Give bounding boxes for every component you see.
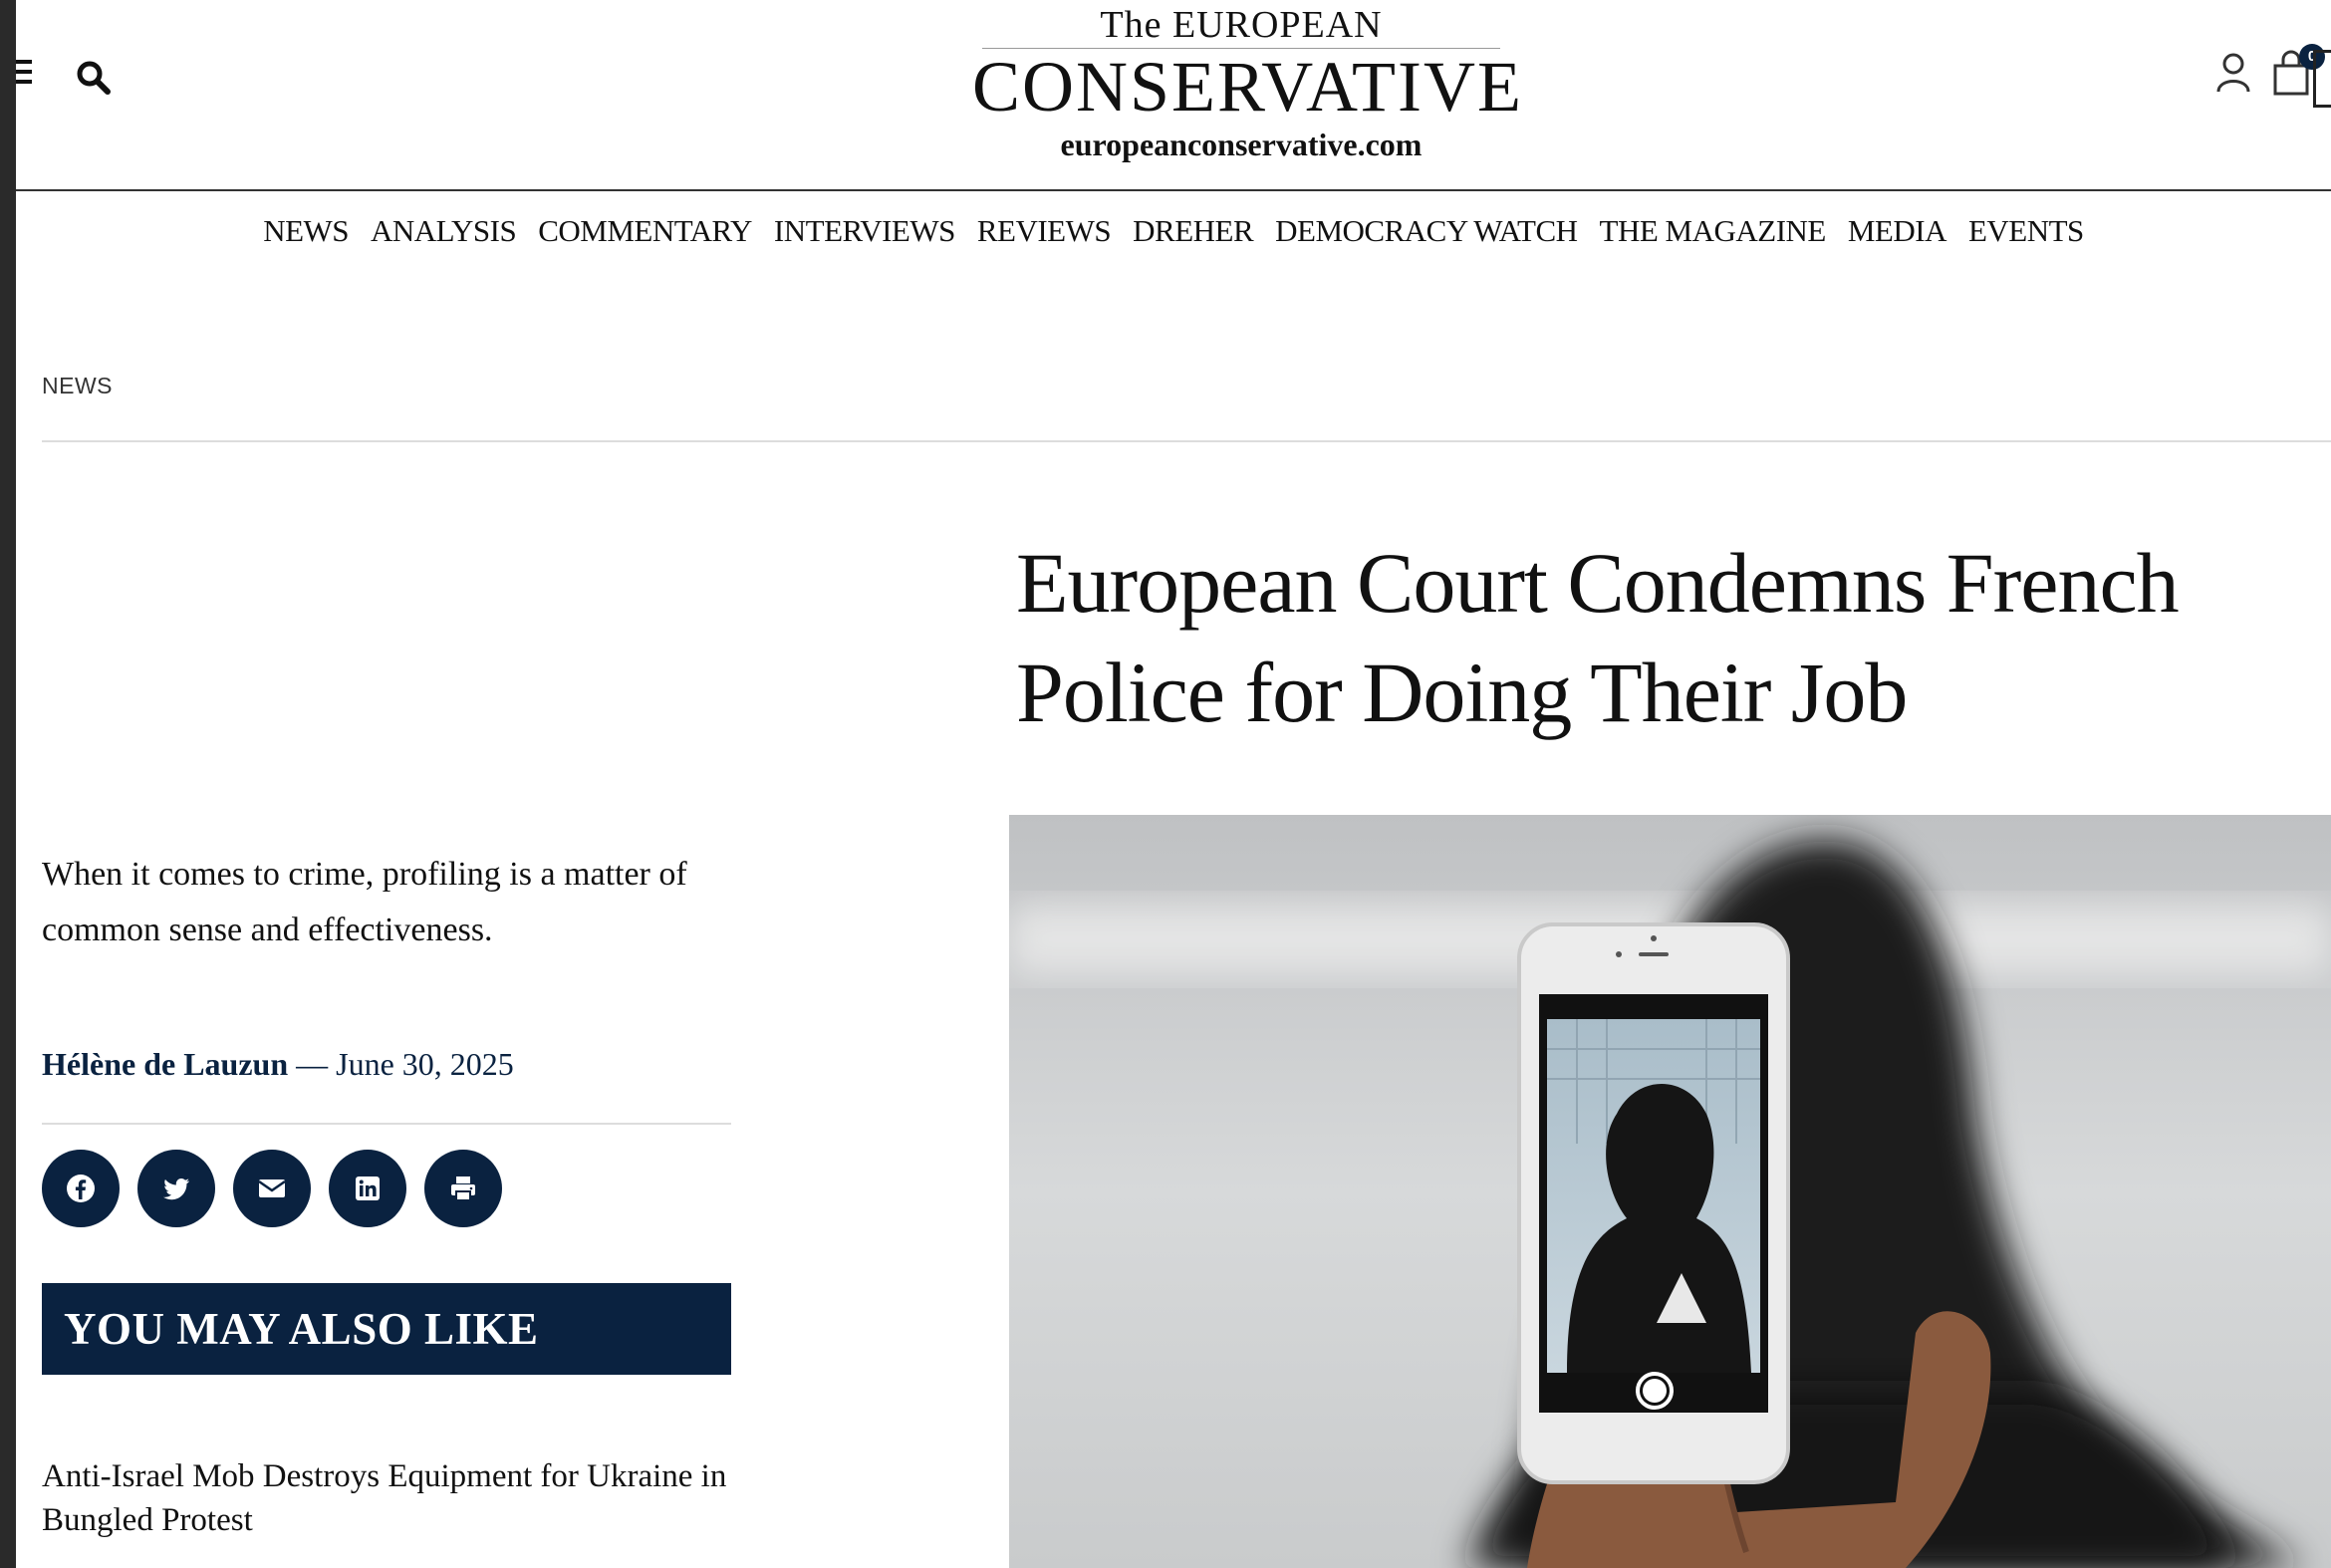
byline-divider (42, 1123, 731, 1125)
site-logo[interactable]: The EUROPEAN CONSERVATIVE europeanconser… (972, 0, 1523, 162)
share-email-button[interactable] (233, 1150, 311, 1227)
nav-item-analysis[interactable]: ANALYSIS (371, 213, 517, 249)
main-nav: NEWS ANALYSIS COMMENTARY INTERVIEWS REVI… (16, 191, 2331, 271)
search-icon[interactable] (74, 58, 114, 98)
share-linkedin-button[interactable] (329, 1150, 406, 1227)
nav-item-media[interactable]: MEDIA (1848, 213, 1947, 249)
email-icon (258, 1179, 286, 1197)
nav-item-reviews[interactable]: REVIEWS (977, 213, 1112, 249)
window-left-edge (0, 0, 16, 1568)
related-article-link[interactable]: Anti-Israel Mob Destroys Equipment for U… (42, 1454, 739, 1542)
article-hero-image (1009, 815, 2331, 1568)
hooded-person-phone-photo (1009, 815, 2331, 1568)
byline-separator: — (288, 1046, 337, 1082)
linkedin-icon (356, 1176, 380, 1200)
menu-icon[interactable] (16, 60, 34, 88)
logo-main-text: CONSERVATIVE (972, 47, 1523, 127)
also-like-heading: YOU MAY ALSO LIKE (42, 1283, 731, 1375)
nav-item-events[interactable]: EVENTS (1968, 213, 2084, 249)
breadcrumb[interactable]: NEWS (42, 373, 113, 399)
nav-item-democracy-watch[interactable]: DEMOCRACY WATCH (1275, 213, 1578, 249)
print-icon (451, 1176, 475, 1201)
share-buttons (42, 1150, 520, 1227)
logo-top-text: The EUROPEAN (1100, 4, 1383, 46)
logo-url-text: europeanconservative.com (1060, 127, 1423, 162)
nav-item-interviews[interactable]: INTERVIEWS (774, 213, 955, 249)
article-title: European Court Condemns French Police fo… (1016, 535, 2180, 740)
window-right-edge-control (2313, 50, 2331, 108)
article-lead: When it comes to crime, profiling is a m… (42, 856, 687, 948)
site-header: The EUROPEAN CONSERVATIVE europeanconser… (16, 0, 2331, 191)
author-link[interactable]: Hélène de Lauzun (42, 1046, 288, 1082)
publish-date: June 30, 2025 (336, 1046, 514, 1082)
print-button[interactable] (424, 1150, 502, 1227)
share-twitter-button[interactable] (137, 1150, 215, 1227)
nav-item-news[interactable]: NEWS (263, 213, 349, 249)
byline: Hélène de Lauzun — June 30, 2025 (42, 1046, 514, 1083)
nav-item-commentary[interactable]: COMMENTARY (538, 213, 752, 249)
related-article-excerpt (42, 1556, 739, 1568)
share-facebook-button[interactable] (42, 1150, 120, 1227)
facebook-icon (67, 1175, 95, 1202)
nav-item-the-magazine[interactable]: THE MAGAZINE (1600, 213, 1827, 249)
user-icon[interactable] (2213, 50, 2253, 96)
breadcrumb-divider (42, 440, 2331, 442)
twitter-icon (163, 1178, 189, 1200)
nav-item-dreher[interactable]: DREHER (1133, 213, 1254, 249)
